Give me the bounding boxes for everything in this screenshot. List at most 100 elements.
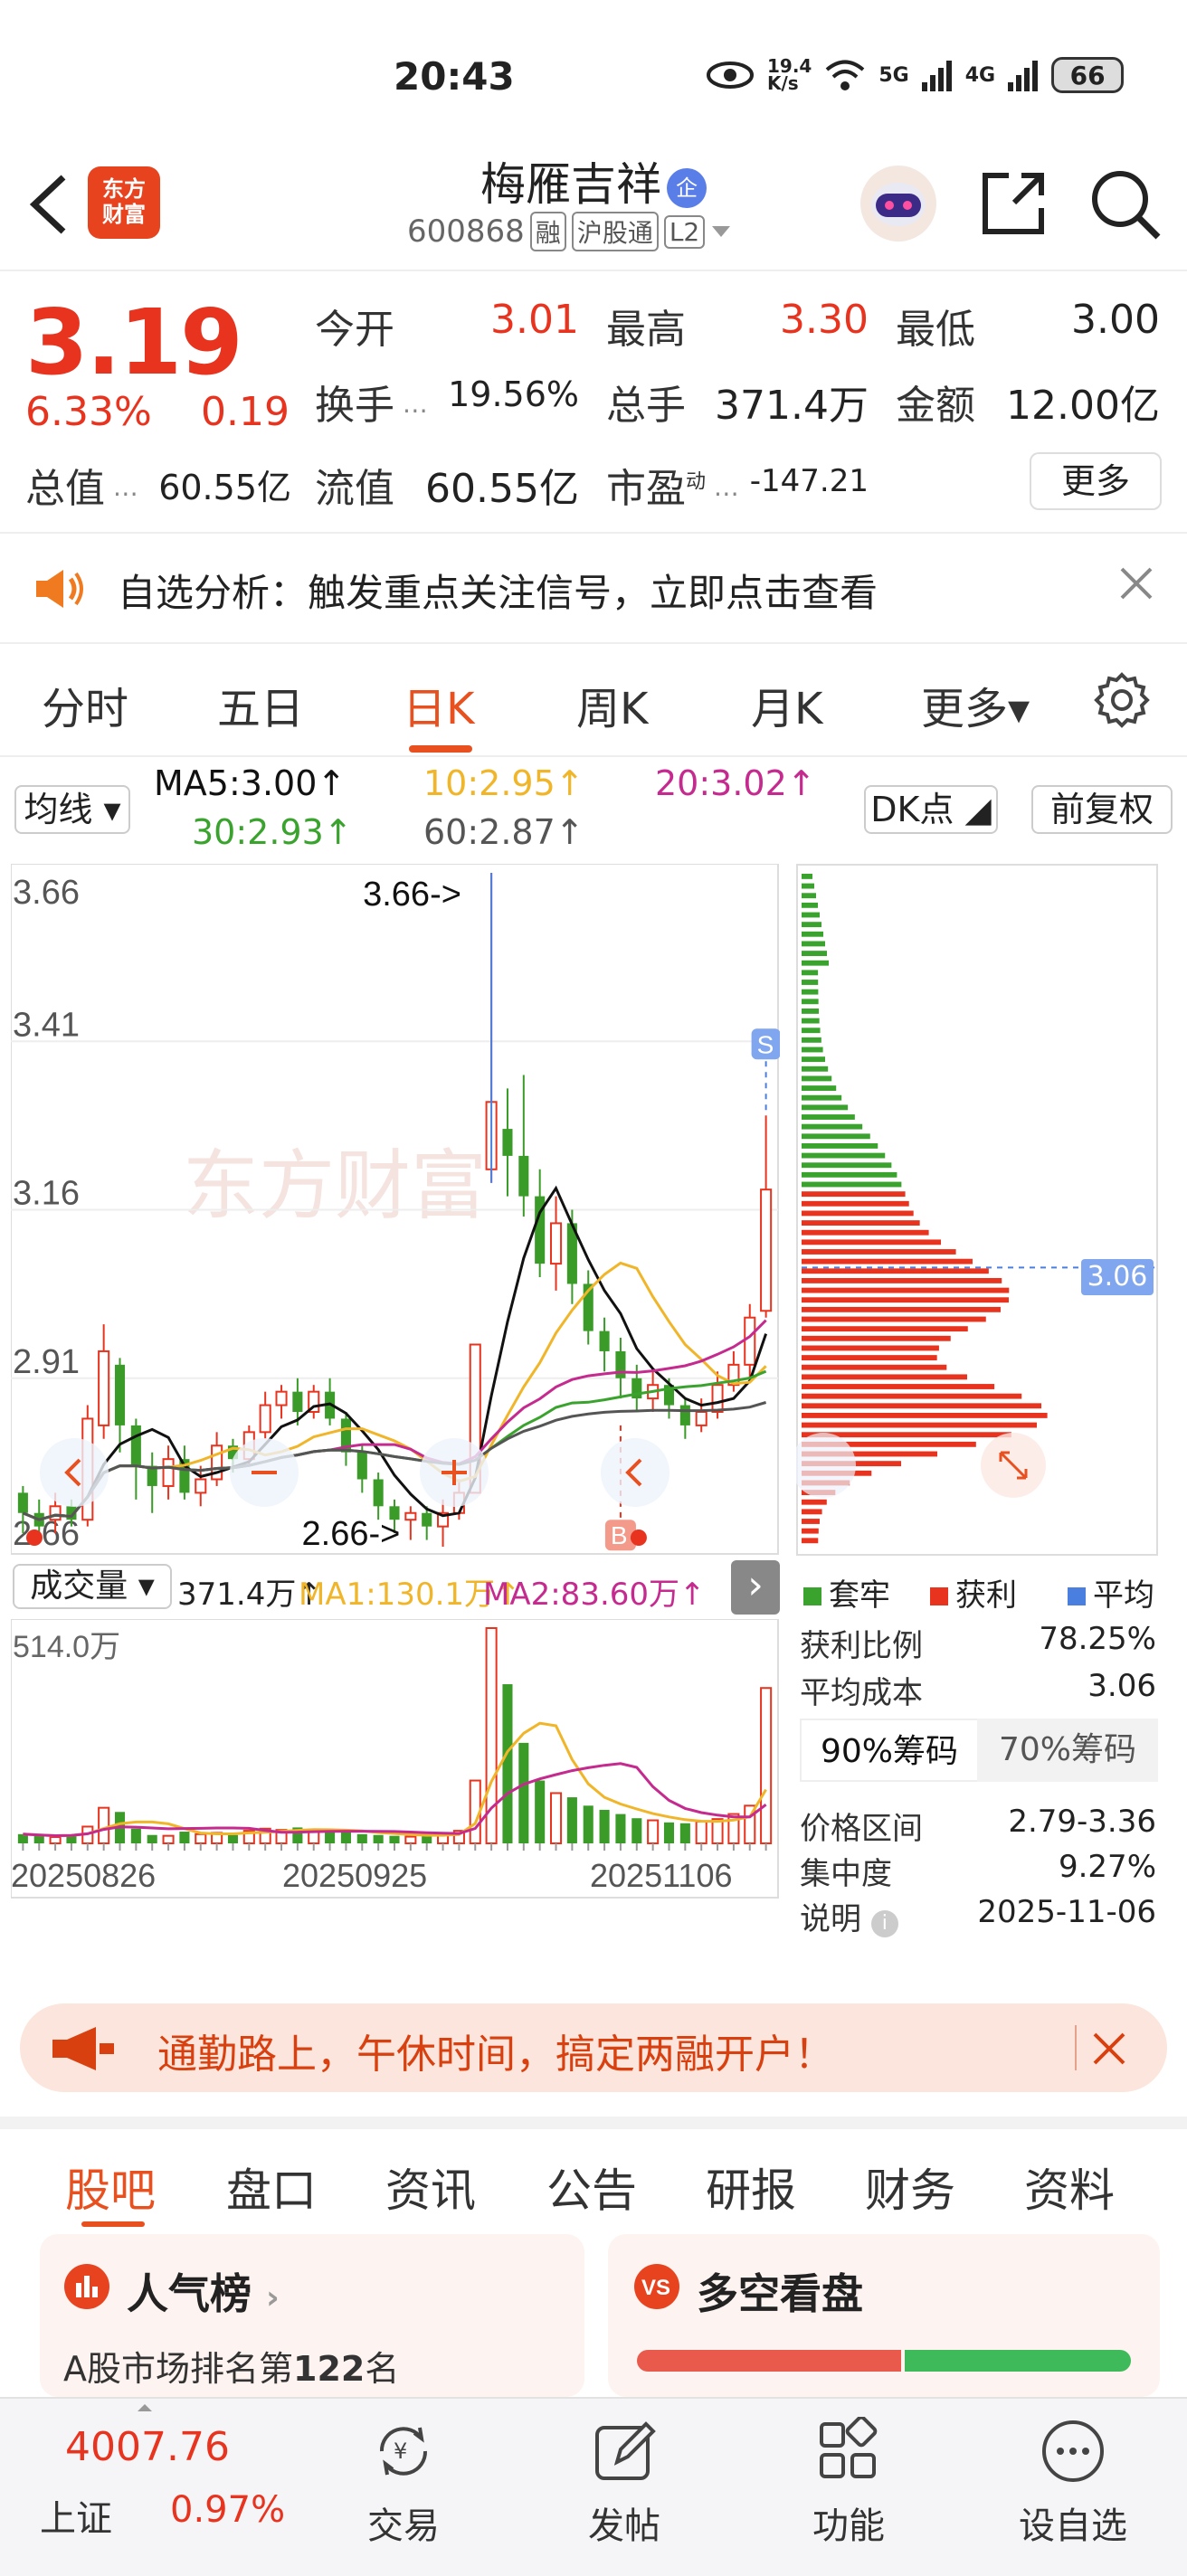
fuquan-button[interactable]: 前复权 <box>1031 785 1173 834</box>
promo-banner[interactable]: 通勤路上，午休时间，搞定两融开户！ <box>20 2003 1167 2092</box>
bull-bear-card[interactable]: VS 多空看盘 <box>608 2234 1160 2397</box>
volume-bar <box>147 1834 157 1843</box>
tab-finance[interactable]: 财务 <box>865 2155 955 2220</box>
tab-guba[interactable]: 股吧 <box>65 2155 156 2220</box>
bull-bar <box>637 2350 901 2372</box>
popularity-title: 人气榜 › <box>127 2269 280 2318</box>
analysis-notice[interactable]: 自选分析：触发重点关注信号，立即点击查看 <box>0 534 1187 644</box>
price-range-value: 2.79-3.36 <box>1008 1804 1156 1840</box>
chip-bar <box>802 1384 995 1389</box>
candle-body <box>502 1129 513 1156</box>
concentration-label: 集中度 <box>800 1856 892 1892</box>
dk-point-button[interactable]: DK点 ◢ <box>864 785 998 834</box>
tab-pankou[interactable]: 盘口 <box>226 2155 317 2220</box>
volume-bar <box>389 1835 400 1843</box>
index-name[interactable]: 上证 <box>40 2489 112 2542</box>
search-icon[interactable] <box>1084 163 1165 244</box>
volume-bar <box>760 1687 773 1844</box>
amount-value: 12.00亿 <box>1006 383 1160 429</box>
tab-weekly-k[interactable]: 周K <box>576 673 648 736</box>
chip-bar <box>802 1258 973 1264</box>
stock-code-row[interactable]: 600868 融 沪股通 L2 <box>407 212 732 251</box>
chip-bar <box>802 1278 1002 1283</box>
tab-monthly-k[interactable]: 月K <box>751 673 822 736</box>
promo-text: 通勤路上，午休时间，搞定两融开户！ <box>157 2031 834 2078</box>
nav-post[interactable]: 发帖 <box>556 2496 692 2549</box>
stock-header: 东方 财富 梅雁吉祥企 600868 融 沪股通 L2 <box>0 136 1187 271</box>
post-edit-icon[interactable] <box>590 2417 659 2486</box>
open-label: 今开 <box>315 307 394 353</box>
candle-body <box>679 1405 690 1425</box>
chip-bar <box>802 999 819 1005</box>
nav-function[interactable]: 功能 <box>781 2496 916 2549</box>
chip-bar <box>802 1306 1001 1312</box>
ma-indicator-row: 均线 ▾ MA5:3.00↑ 10:2.95↑ 20:3.02↑ 30:2.93… <box>0 760 1187 859</box>
chip-bar <box>802 1509 822 1515</box>
popularity-card[interactable]: 人气榜 › A股市场排名第122名 <box>40 2234 584 2397</box>
volume-bar <box>162 1834 175 1845</box>
tab-daily-k[interactable]: 日K <box>403 673 474 736</box>
chip-bar <box>802 1538 819 1544</box>
volume-ma2: MA2:83.60万↑ <box>483 1577 706 1613</box>
function-grid-icon[interactable] <box>814 2417 883 2486</box>
ma20-value: 20:3.02↑ <box>655 763 816 803</box>
profit-ratio-label: 获利比例 <box>800 1628 923 1664</box>
chip-distribution-chart[interactable] <box>796 864 1158 1556</box>
nav-trade[interactable]: 交易 <box>336 2496 471 2549</box>
share-icon[interactable] <box>973 163 1054 244</box>
mktcap-label[interactable]: 总值 ⋯ <box>25 456 138 514</box>
note-label[interactable]: 说明 i <box>800 1894 898 1938</box>
volume-value: 371.4万 <box>715 383 869 429</box>
tab-intraday[interactable]: 分时 <box>42 673 128 736</box>
tab-research[interactable]: 研报 <box>706 2155 796 2220</box>
pe-label[interactable]: 市盈动 ⋯ <box>606 456 739 514</box>
volume-chart[interactable]: 514.0万 20250826 20250925 20251106 <box>11 1619 780 1899</box>
chip-stats-panel: 套牢 获利 平均 获利比例 78.25% 平均成本 3.06 90%筹码 70%… <box>796 1567 1167 1992</box>
tab-five-day[interactable]: 五日 <box>217 673 304 736</box>
volume-select-button[interactable]: 成交量 ▾ <box>13 1564 172 1609</box>
ma30-value: 30:2.93↑ <box>192 812 353 852</box>
low-label: 最低 <box>896 307 975 353</box>
concentration-value: 9.27% <box>1058 1849 1156 1885</box>
assistant-robot-icon[interactable] <box>858 163 939 244</box>
chip-bar <box>802 922 821 928</box>
nav-add-watchlist[interactable]: 设自选 <box>1005 2496 1141 2549</box>
pan-left-2-button[interactable] <box>601 1438 669 1507</box>
chip-bar <box>802 912 820 918</box>
avg-cost-value: 3.06 <box>1087 1668 1156 1704</box>
margin-tag: 融 <box>529 212 566 251</box>
bull-bear-title: 多空看盘 <box>697 2269 863 2318</box>
chip-90-tab[interactable]: 90%筹码 <box>800 1719 979 1782</box>
tab-news[interactable]: 资讯 <box>385 2155 476 2220</box>
k-line-chart[interactable]: 东方财富 3.663.413.162.912.66 3.66->2.66->SB <box>11 864 780 1556</box>
note-value: 2025-11-06 <box>977 1894 1156 1930</box>
chip-bar <box>802 1249 956 1255</box>
turnover-label[interactable]: 换手 ⋯ <box>315 373 428 431</box>
caret-down-icon <box>712 226 731 237</box>
index-change[interactable]: 0.97% <box>170 2489 285 2531</box>
trade-icon[interactable]: ¥ <box>369 2417 438 2486</box>
chip-70-tab[interactable]: 70%筹码 <box>977 1719 1158 1782</box>
add-watchlist-icon[interactable] <box>1039 2417 1107 2486</box>
index-value[interactable]: 4007.76 <box>65 2424 230 2470</box>
current-price: 3.19 <box>25 289 243 395</box>
volume-bar <box>130 1828 141 1843</box>
chip-bar <box>802 1114 855 1120</box>
news-tab-indicator <box>81 2221 145 2227</box>
promo-close-icon[interactable] <box>1091 2031 1127 2067</box>
chip-bar <box>802 1499 827 1505</box>
settings-gear-icon[interactable] <box>1093 671 1151 729</box>
info-icon: i <box>870 1910 898 1937</box>
high-label: 最高 <box>606 307 686 353</box>
notice-close-icon[interactable] <box>1118 559 1154 613</box>
x-tick-label: 20250826 <box>11 1857 156 1894</box>
tab-announcement[interactable]: 公告 <box>546 2155 637 2220</box>
pan-left-button[interactable] <box>40 1438 109 1507</box>
tab-more[interactable]: 更多▾ <box>921 673 1030 736</box>
ma-select-button[interactable]: 均线 ▾ <box>14 785 130 834</box>
more-button[interactable]: 更多 <box>1030 452 1162 510</box>
expand-right-button[interactable]: › <box>731 1560 780 1615</box>
chip-bar <box>802 1133 870 1140</box>
volume-bar <box>663 1822 675 1843</box>
tab-profile[interactable]: 资料 <box>1024 2155 1115 2220</box>
